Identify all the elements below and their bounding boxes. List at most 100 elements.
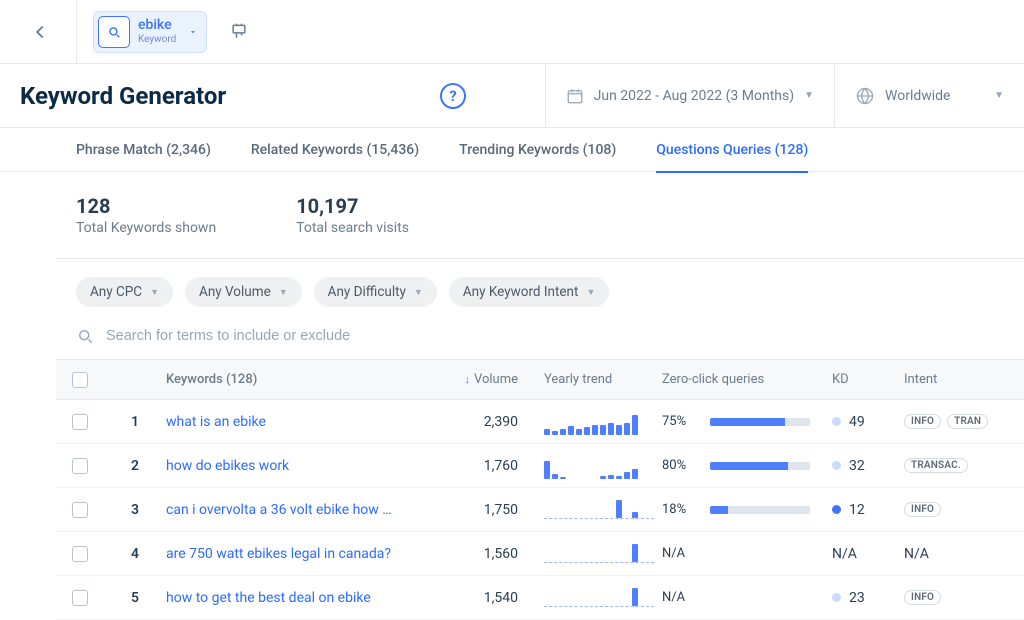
keyword-search-input[interactable] (106, 328, 1004, 344)
volume-value: 1,750 (436, 502, 532, 518)
chevron-down-icon: ▼ (279, 287, 288, 298)
row-index: 5 (104, 590, 166, 606)
volume-value: 1,560 (436, 546, 532, 562)
page-header: Keyword Generator ? Jun 2022 - Aug 2022 … (0, 64, 1024, 128)
kd-value: 12 (849, 502, 865, 518)
kd-cell: 23 (832, 590, 904, 606)
help-button[interactable]: ? (440, 83, 466, 109)
zero-click-bar (710, 506, 810, 514)
row-checkbox[interactable] (72, 502, 88, 518)
filter-volume[interactable]: Any Volume ▼ (185, 277, 302, 307)
row-checkbox[interactable] (72, 546, 88, 562)
keyword-link[interactable]: how to get the best deal on ebike (166, 590, 426, 606)
filter-cpc[interactable]: Any CPC ▼ (76, 277, 173, 307)
row-checkbox[interactable] (72, 414, 88, 430)
kd-value: 32 (849, 458, 865, 474)
table-row: 3can i overvolta a 36 volt ebike how … 1,… (56, 488, 1024, 532)
tab[interactable]: Phrase Match (2,346) (76, 128, 211, 172)
kd-cell: 49 (832, 414, 904, 430)
keyword-link[interactable]: can i overvolta a 36 volt ebike how … (166, 502, 426, 518)
chevron-down-icon: ▼ (994, 90, 1004, 101)
row-index: 4 (104, 546, 166, 562)
column-intent[interactable]: Intent (904, 372, 994, 387)
table-row: 1what is an ebike2,39075%49INFOTRAN (56, 400, 1024, 444)
zero-click-bar (710, 462, 810, 470)
table-row: 4are 750 watt ebikes legal in canada? 1,5… (56, 532, 1024, 576)
zero-click-bar (710, 418, 810, 426)
stat-total-keywords: 128 Total Keywords shown (76, 194, 216, 236)
select-all-checkbox[interactable] (72, 372, 88, 388)
stat-value: 128 (76, 194, 216, 218)
tab[interactable]: Related Keywords (15,436) (251, 128, 419, 172)
intent-tag: INFO (904, 502, 941, 517)
chevron-down-icon: ▼ (586, 287, 595, 298)
zero-click-value: 80% (662, 458, 702, 473)
kd-cell: 32 (832, 458, 904, 474)
tab[interactable]: Trending Keywords (108) (459, 128, 616, 172)
kd-value: N/A (832, 546, 857, 562)
trend-sparkline (544, 589, 654, 607)
column-zero-click[interactable]: Zero-click queries (662, 372, 832, 387)
stat-label: Total search visits (296, 220, 409, 236)
row-index: 1 (104, 414, 166, 430)
intent-cell: INFO (904, 502, 994, 517)
stat-value: 10,197 (296, 194, 409, 218)
trend-sparkline (544, 501, 654, 519)
trend-sparkline (544, 545, 654, 563)
search-icon-box (98, 16, 130, 48)
zero-click-value: N/A (662, 590, 702, 605)
column-trend[interactable]: Yearly trend (532, 372, 662, 387)
intent-cell: TRANSAC. (904, 458, 994, 473)
kd-dot-icon (832, 505, 841, 514)
intent-tag: INFO (904, 414, 941, 429)
table-row: 5how to get the best deal on ebike 1,540 N… (56, 576, 1024, 620)
keyword-link[interactable]: what is an ebike (166, 414, 426, 430)
page-title: Keyword Generator (0, 82, 440, 110)
filter-intent[interactable]: Any Keyword Intent ▼ (449, 277, 610, 307)
keyword-link[interactable]: how do ebikes work (166, 458, 426, 474)
filter-label: Any Difficulty (328, 284, 406, 300)
filter-difficulty[interactable]: Any Difficulty ▼ (314, 277, 437, 307)
filter-label: Any CPC (90, 284, 142, 300)
column-kd[interactable]: KD (832, 372, 904, 387)
intent-cell: INFO (904, 590, 994, 605)
keyword-search-row (56, 321, 1024, 360)
region-selector[interactable]: Worldwide ▼ (834, 64, 1024, 128)
tab[interactable]: Questions Queries (128) (656, 128, 808, 172)
table-row: 2how do ebikes work 1,760 80% 32 TRANSAC. (56, 444, 1024, 488)
filter-label: Any Keyword Intent (463, 284, 579, 300)
chevron-down-icon (188, 27, 198, 37)
column-keywords[interactable]: Keywords (128) (166, 372, 436, 387)
intent-na: N/A (904, 546, 929, 562)
row-checkbox[interactable] (72, 458, 88, 474)
search-icon (76, 327, 94, 345)
keyword-sublabel: Keyword (138, 34, 176, 45)
keyword-selector[interactable]: ebike Keyword (93, 11, 207, 53)
filter-bar: Any CPC ▼ Any Volume ▼ Any Difficulty ▼ Any… (56, 259, 1024, 321)
row-checkbox[interactable] (72, 590, 88, 606)
kd-dot-icon (832, 593, 841, 602)
back-button[interactable] (20, 12, 60, 52)
intent-cell: INFOTRAN (904, 414, 994, 429)
keyword-link[interactable]: are 750 watt ebikes legal in canada? (166, 546, 426, 562)
summary-stats: 128 Total Keywords shown 10,197 Total se… (56, 172, 1024, 259)
date-range-selector[interactable]: Jun 2022 - Aug 2022 (3 Months) ▼ (545, 64, 834, 128)
top-bar: ebike Keyword (0, 0, 1024, 64)
intent-cell: N/A (904, 546, 994, 562)
region-label: Worldwide (885, 88, 950, 104)
column-volume[interactable]: ↓Volume (436, 372, 532, 387)
kd-value: 49 (849, 414, 865, 430)
stat-label: Total Keywords shown (76, 220, 216, 236)
filter-label: Any Volume (199, 284, 271, 300)
pin-icon (229, 22, 249, 42)
chevron-down-icon: ▼ (414, 287, 423, 298)
date-range-label: Jun 2022 - Aug 2022 (3 Months) (594, 88, 794, 104)
pin-button[interactable] (223, 16, 255, 48)
volume-value: 1,540 (436, 590, 532, 606)
row-index: 3 (104, 502, 166, 518)
tabs: Phrase Match (2,346) Related Keywords (15… (0, 128, 1024, 172)
row-index: 2 (104, 458, 166, 474)
chevron-down-icon: ▼ (150, 287, 159, 298)
kd-cell: 12 (832, 502, 904, 518)
volume-value: 1,760 (436, 458, 532, 474)
